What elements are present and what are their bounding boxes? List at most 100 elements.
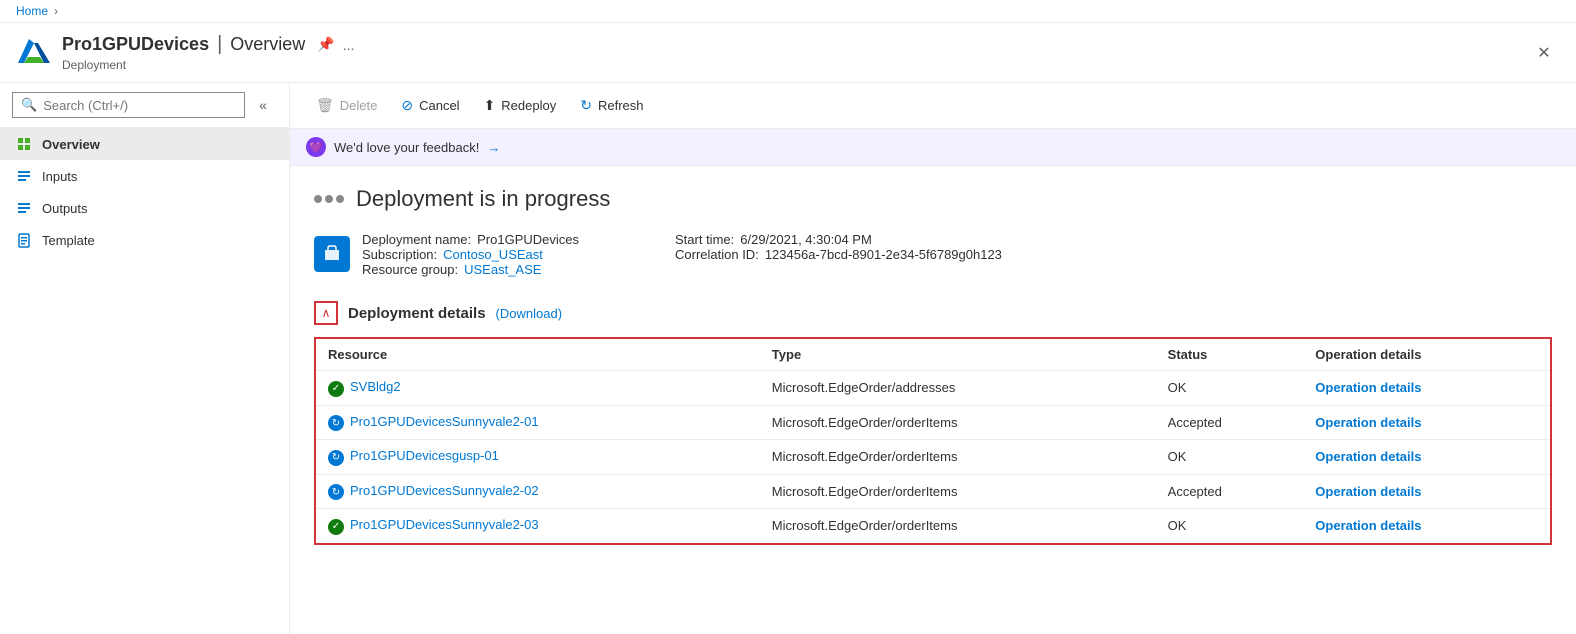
resource-cell: ↻ Pro1GPUDevicesSunnyvale2-02	[315, 474, 760, 509]
search-area: 🔍 «	[0, 83, 289, 128]
status-progress-icon: ↻	[328, 484, 344, 500]
type-cell: Microsoft.EdgeOrder/orderItems	[760, 440, 1156, 475]
start-time-label: Start time:	[675, 232, 734, 247]
details-title: Deployment details	[348, 305, 486, 322]
correlation-id-label: Correlation ID:	[675, 247, 759, 262]
delete-label: Delete	[340, 98, 378, 113]
feedback-text: We'd love your feedback!	[334, 140, 479, 155]
title-separator: |	[217, 33, 222, 56]
subscription-label: Subscription:	[362, 247, 437, 262]
table-row: ✓SVBldg2 Microsoft.EdgeOrder/addresses O…	[315, 371, 1551, 406]
inputs-label: Inputs	[42, 169, 77, 184]
refresh-icon: ↻	[580, 97, 592, 114]
overview-icon	[16, 136, 32, 152]
operation-cell: Operation details	[1303, 371, 1551, 406]
resource-cell: ✓ Pro1GPUDevicesSunnyvale2-03	[315, 509, 760, 544]
status-cell: OK	[1156, 440, 1304, 475]
template-label: Template	[42, 233, 95, 248]
resource-link[interactable]: Pro1GPUDevicesSunnyvale2-01	[350, 414, 539, 429]
resource-group-label: Resource group:	[362, 262, 458, 277]
status-progress-icon: ↻	[328, 450, 344, 466]
sidebar: 🔍 « Overview Inputs Outputs	[0, 83, 290, 634]
search-icon: 🔍	[21, 97, 37, 113]
type-cell: Microsoft.EdgeOrder/addresses	[760, 371, 1156, 406]
redeploy-button[interactable]: ⬆ Redeploy	[474, 91, 567, 120]
name-label: Deployment name:	[362, 232, 471, 247]
app-name: Pro1GPUDevices	[62, 34, 209, 55]
type-cell: Microsoft.EdgeOrder/orderItems	[760, 405, 1156, 440]
status-cell: OK	[1156, 509, 1304, 544]
refresh-button[interactable]: ↻ Refresh	[570, 91, 653, 120]
operation-cell: Operation details	[1303, 509, 1551, 544]
deployment-section: Deployment is in progress Deployment nam…	[290, 166, 1576, 565]
inputs-icon	[16, 168, 32, 184]
table-row: ↻ Pro1GPUDevicesgusp-01 Microsoft.EdgeOrd…	[315, 440, 1551, 475]
status-ok-icon: ✓	[328, 519, 344, 535]
resource-link[interactable]: Pro1GPUDevicesgusp-01	[350, 448, 499, 463]
sidebar-item-outputs[interactable]: Outputs	[0, 192, 289, 224]
close-button[interactable]: ✕	[1528, 37, 1560, 69]
search-box[interactable]: 🔍	[12, 92, 245, 118]
operation-details-link[interactable]: Operation details	[1315, 380, 1421, 395]
operation-cell: Operation details	[1303, 474, 1551, 509]
operation-details-link[interactable]: Operation details	[1315, 415, 1421, 430]
operation-cell: Operation details	[1303, 440, 1551, 475]
download-link[interactable]: (Download)	[496, 306, 562, 321]
breadcrumb-home[interactable]: Home	[16, 4, 48, 18]
redeploy-icon: ⬆	[484, 97, 496, 114]
status-dot-3	[336, 195, 344, 203]
table-row: ↻Pro1GPUDevicesSunnyvale2-02 Microsoft.E…	[315, 474, 1551, 509]
delete-button[interactable]: 🗑 Delete	[306, 91, 387, 120]
deployment-icon	[314, 236, 350, 272]
page-header: Pro1GPUDevices | Overview 📌 ... Deployme…	[0, 23, 1576, 83]
delete-icon: 🗑	[316, 97, 334, 114]
outputs-label: Outputs	[42, 201, 88, 216]
resource-link[interactable]: Pro1GPUDevicesSunnyvale2-02	[350, 483, 539, 498]
outputs-icon	[16, 200, 32, 216]
subscription-link[interactable]: Contoso_USEast	[443, 247, 543, 262]
resource-link[interactable]: Pro1GPUDevicesSunnyvale2-03	[350, 517, 539, 532]
sidebar-item-template[interactable]: Template	[0, 224, 289, 256]
col-resource: Resource	[315, 338, 760, 371]
details-header: ∧ Deployment details (Download)	[314, 301, 1552, 325]
deployment-details: ∧ Deployment details (Download) Resource…	[314, 301, 1552, 545]
name-value: Pro1GPUDevices	[477, 232, 579, 247]
status-progress-icon: ↻	[328, 415, 344, 431]
table-row: ↻ Pro1GPUDevicesSunnyvale2-01 Microsoft.E…	[315, 405, 1551, 440]
correlation-id-value: 123456a-7bcd-8901-2e34-5f6789g0h123	[765, 247, 1002, 262]
resource-cell: ↻ Pro1GPUDevicesSunnyvale2-01	[315, 405, 760, 440]
status-cell: OK	[1156, 371, 1304, 406]
resource-cell: ↻ Pro1GPUDevicesgusp-01	[315, 440, 760, 475]
pin-icon[interactable]: 📌	[317, 36, 334, 53]
operation-cell: Operation details	[1303, 405, 1551, 440]
collapse-sidebar-button[interactable]: «	[249, 91, 277, 119]
cancel-label: Cancel	[419, 98, 459, 113]
resource-cell: ✓SVBldg2	[315, 371, 760, 406]
ellipsis-icon[interactable]: ...	[343, 37, 355, 53]
status-cell: Accepted	[1156, 474, 1304, 509]
deployment-info: Deployment name: Pro1GPUDevices Subscrip…	[314, 232, 1552, 277]
resource-link[interactable]: SVBldg2	[350, 379, 401, 394]
sidebar-item-inputs[interactable]: Inputs	[0, 160, 289, 192]
sidebar-item-overview[interactable]: Overview	[0, 128, 289, 160]
cancel-button[interactable]: ⊘ Cancel	[391, 91, 469, 120]
feedback-link[interactable]: →	[487, 140, 500, 155]
operation-details-link[interactable]: Operation details	[1315, 484, 1421, 499]
azure-logo	[16, 35, 52, 71]
redeploy-label: Redeploy	[501, 98, 556, 113]
deployment-status-title: Deployment is in progress	[356, 186, 610, 212]
deployment-status-header: Deployment is in progress	[314, 186, 1552, 212]
resource-group-link[interactable]: USEast_ASE	[464, 262, 541, 277]
status-cell: Accepted	[1156, 405, 1304, 440]
page-title: Overview	[230, 34, 305, 55]
search-input[interactable]	[43, 98, 236, 113]
overview-label: Overview	[42, 137, 100, 152]
refresh-label: Refresh	[598, 98, 644, 113]
operation-details-link[interactable]: Operation details	[1315, 518, 1421, 533]
collapse-arrow-button[interactable]: ∧	[314, 301, 338, 325]
feedback-banner: 💜 We'd love your feedback! →	[290, 129, 1576, 166]
col-operation: Operation details	[1303, 338, 1551, 371]
info-left: Deployment name: Pro1GPUDevices Subscrip…	[362, 232, 579, 277]
operation-details-link[interactable]: Operation details	[1315, 449, 1421, 464]
info-right: Start time: 6/29/2021, 4:30:04 PM Correl…	[675, 232, 1002, 277]
